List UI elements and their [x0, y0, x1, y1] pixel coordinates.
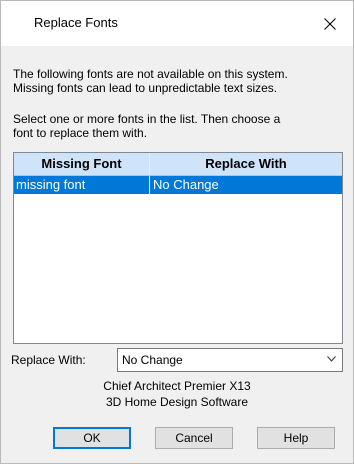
close-button[interactable] [307, 1, 353, 46]
replace-fonts-dialog: Replace Fonts The following fonts are no… [0, 0, 354, 464]
instruction-line-2: font to replace them with. [13, 126, 148, 140]
title-bar: Replace Fonts [1, 1, 353, 46]
info-line-2: Missing fonts can lead to unpredictable … [13, 81, 278, 95]
replace-with-label: Replace With: [11, 353, 86, 367]
replace-with-value: No Change [122, 353, 183, 367]
column-header-missing-font[interactable]: Missing Font [14, 153, 149, 175]
product-name: Chief Architect Premier X13 [103, 379, 251, 393]
ok-button[interactable]: OK [53, 427, 131, 449]
replace-with-dropdown[interactable]: No Change [117, 348, 343, 372]
info-message: The following fonts are not available on… [13, 67, 348, 95]
row-divider [149, 176, 150, 194]
help-button[interactable]: Help [257, 427, 335, 449]
list-header: Missing Font Replace With [14, 153, 342, 176]
chevron-down-icon[interactable] [327, 356, 336, 362]
window-title: Replace Fonts [34, 15, 118, 30]
instruction-line-1: Select one or more fonts in the list. Th… [13, 112, 281, 126]
cancel-button[interactable]: Cancel [155, 427, 233, 449]
font-list[interactable]: Missing Font Replace With missing font N… [13, 152, 343, 344]
row-missing-font: missing font [16, 177, 86, 192]
instruction-message: Select one or more fonts in the list. Th… [13, 112, 348, 140]
row-replace-with: No Change [153, 177, 219, 192]
list-row-selected[interactable]: missing font No Change [14, 176, 342, 194]
close-icon [324, 17, 336, 30]
info-line-1: The following fonts are not available on… [13, 67, 288, 81]
column-header-replace-with[interactable]: Replace With [150, 153, 342, 175]
product-tagline: 3D Home Design Software [105, 395, 249, 409]
